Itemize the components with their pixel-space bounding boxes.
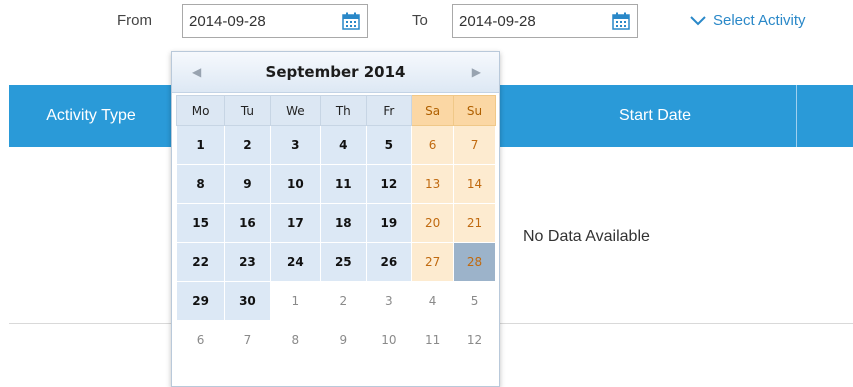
calendar-day-selected[interactable]: 28 xyxy=(453,242,496,282)
calendar-day[interactable]: 23 xyxy=(224,242,271,282)
weekday-header: Fr xyxy=(365,95,413,126)
calendar-day[interactable]: 11 xyxy=(320,164,367,204)
calendar-day[interactable]: 30 xyxy=(224,281,271,321)
calendar-day[interactable]: 27 xyxy=(411,242,455,282)
weekday-header: Th xyxy=(320,95,367,126)
calendar-month-title: September 2014 xyxy=(265,63,406,81)
calendar-day[interactable]: 4 xyxy=(320,125,367,165)
calendar-day-other-month[interactable]: 1 xyxy=(269,281,322,321)
to-label: To xyxy=(412,12,428,29)
calendar-day[interactable]: 25 xyxy=(320,242,367,282)
calendar-day[interactable]: 7 xyxy=(453,125,496,165)
from-date-field[interactable]: 2014-09-28 xyxy=(182,4,368,38)
weekday-header: Sa xyxy=(411,95,455,126)
date-picker-popup: ◀ September 2014 ▶ Mo Tu We Th Fr Sa Su … xyxy=(171,51,500,387)
weekday-header: Su xyxy=(453,95,496,126)
calendar-icon[interactable] xyxy=(612,12,630,30)
calendar-day[interactable]: 1 xyxy=(175,125,226,165)
calendar-day[interactable]: 16 xyxy=(224,203,271,243)
calendar-day[interactable]: 12 xyxy=(365,164,413,204)
column-header-start-date[interactable]: Start Date xyxy=(513,85,797,147)
calendar-day[interactable]: 18 xyxy=(320,203,367,243)
calendar-day-other-month[interactable]: 4 xyxy=(411,281,455,321)
calendar-day[interactable]: 19 xyxy=(365,203,413,243)
calendar-header: ◀ September 2014 ▶ xyxy=(172,52,499,93)
calendar-day-other-month[interactable]: 7 xyxy=(224,320,271,360)
calendar-day-other-month[interactable]: 12 xyxy=(453,320,496,360)
calendar-day[interactable]: 24 xyxy=(269,242,322,282)
calendar-day-other-month[interactable]: 9 xyxy=(320,320,367,360)
to-date-value: 2014-09-28 xyxy=(459,13,536,30)
calendar-day-other-month[interactable]: 3 xyxy=(365,281,413,321)
calendar-day[interactable]: 3 xyxy=(269,125,322,165)
calendar-day-other-month[interactable]: 5 xyxy=(453,281,496,321)
weekday-header: We xyxy=(269,95,322,126)
calendar-day[interactable]: 8 xyxy=(175,164,226,204)
select-activity-link[interactable]: Select Activity xyxy=(689,12,806,29)
next-month-icon[interactable]: ▶ xyxy=(472,65,481,79)
calendar-day-other-month[interactable]: 10 xyxy=(365,320,413,360)
calendar-day[interactable]: 9 xyxy=(224,164,271,204)
select-activity-label: Select Activity xyxy=(713,12,806,29)
calendar-grid: Mo Tu We Th Fr Sa Su 1 2 3 4 5 6 7 8 9 1… xyxy=(175,95,496,360)
calendar-day[interactable]: 20 xyxy=(411,203,455,243)
calendar-day[interactable]: 2 xyxy=(224,125,271,165)
weekday-header: Mo xyxy=(175,95,226,126)
calendar-day[interactable]: 26 xyxy=(365,242,413,282)
calendar-icon[interactable] xyxy=(342,12,360,30)
chevron-down-icon xyxy=(690,16,706,26)
column-header-activity-type[interactable]: Activity Type xyxy=(9,85,173,147)
calendar-day[interactable]: 15 xyxy=(175,203,226,243)
calendar-day[interactable]: 17 xyxy=(269,203,322,243)
column-separator xyxy=(796,85,797,147)
weekday-header: Tu xyxy=(224,95,271,126)
calendar-day[interactable]: 29 xyxy=(175,281,226,321)
calendar-day-other-month[interactable]: 2 xyxy=(320,281,367,321)
calendar-day-other-month[interactable]: 8 xyxy=(269,320,322,360)
to-date-field[interactable]: 2014-09-28 xyxy=(452,4,638,38)
from-label: From xyxy=(117,12,152,29)
calendar-day[interactable]: 10 xyxy=(269,164,322,204)
calendar-day[interactable]: 5 xyxy=(365,125,413,165)
empty-state-text: No Data Available xyxy=(523,228,650,245)
calendar-day[interactable]: 6 xyxy=(411,125,455,165)
calendar-day-other-month[interactable]: 6 xyxy=(175,320,226,360)
calendar-day[interactable]: 14 xyxy=(453,164,496,204)
calendar-day[interactable]: 21 xyxy=(453,203,496,243)
calendar-day-other-month[interactable]: 11 xyxy=(411,320,455,360)
calendar-day[interactable]: 22 xyxy=(175,242,226,282)
from-date-value: 2014-09-28 xyxy=(189,13,266,30)
calendar-day[interactable]: 13 xyxy=(411,164,455,204)
